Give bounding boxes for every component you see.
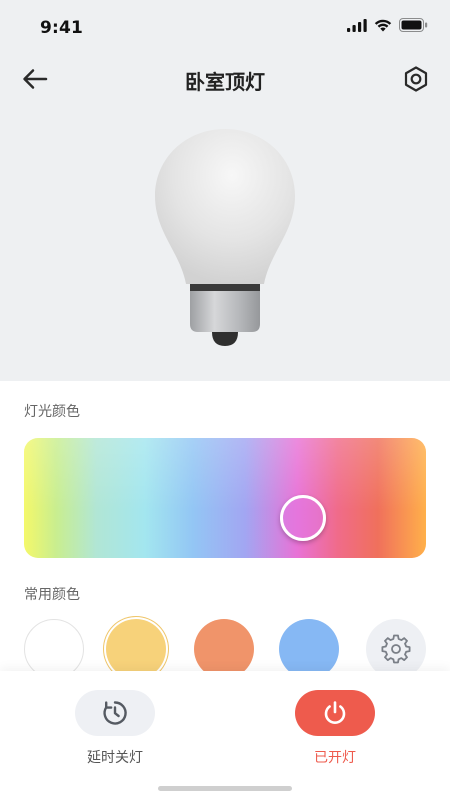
nav-bar: 卧室顶灯 [0, 56, 450, 102]
common-colors-label: 常用颜色 [24, 587, 80, 603]
gear-icon [381, 634, 411, 664]
status-bar: 9:41 [0, 0, 450, 56]
preset-color-orange[interactable] [194, 619, 254, 679]
preset-color-white[interactable] [24, 619, 84, 679]
battery-icon [399, 18, 428, 32]
preset-colors-row [0, 619, 450, 679]
timer-off-button[interactable] [75, 690, 155, 736]
cellular-signal-icon [347, 18, 367, 32]
settings-button[interactable] [400, 63, 432, 95]
timer-clock-icon [103, 701, 127, 725]
preset-color-blue[interactable] [279, 619, 339, 679]
status-icons [347, 18, 428, 32]
bottom-action-bar: 延时关灯 已开灯 [0, 671, 450, 800]
page-title: 卧室顶灯 [185, 70, 265, 94]
power-button[interactable] [295, 690, 375, 736]
custom-color-button[interactable] [366, 619, 426, 679]
wifi-icon [374, 19, 392, 31]
power-icon [324, 701, 346, 724]
hexagon-settings-icon [404, 66, 428, 92]
preset-color-yellow-selected[interactable] [106, 619, 166, 679]
status-time: 9:41 [40, 18, 84, 38]
home-indicator [158, 786, 292, 791]
timer-off-label: 延时关灯 [87, 750, 143, 766]
color-picker-panel[interactable] [24, 438, 426, 558]
light-color-label: 灯光颜色 [24, 404, 80, 420]
power-status-label: 已开灯 [314, 750, 356, 766]
color-picker-handle[interactable] [280, 495, 326, 541]
light-bulb-image [155, 129, 295, 346]
color-panel-shade [24, 438, 426, 558]
